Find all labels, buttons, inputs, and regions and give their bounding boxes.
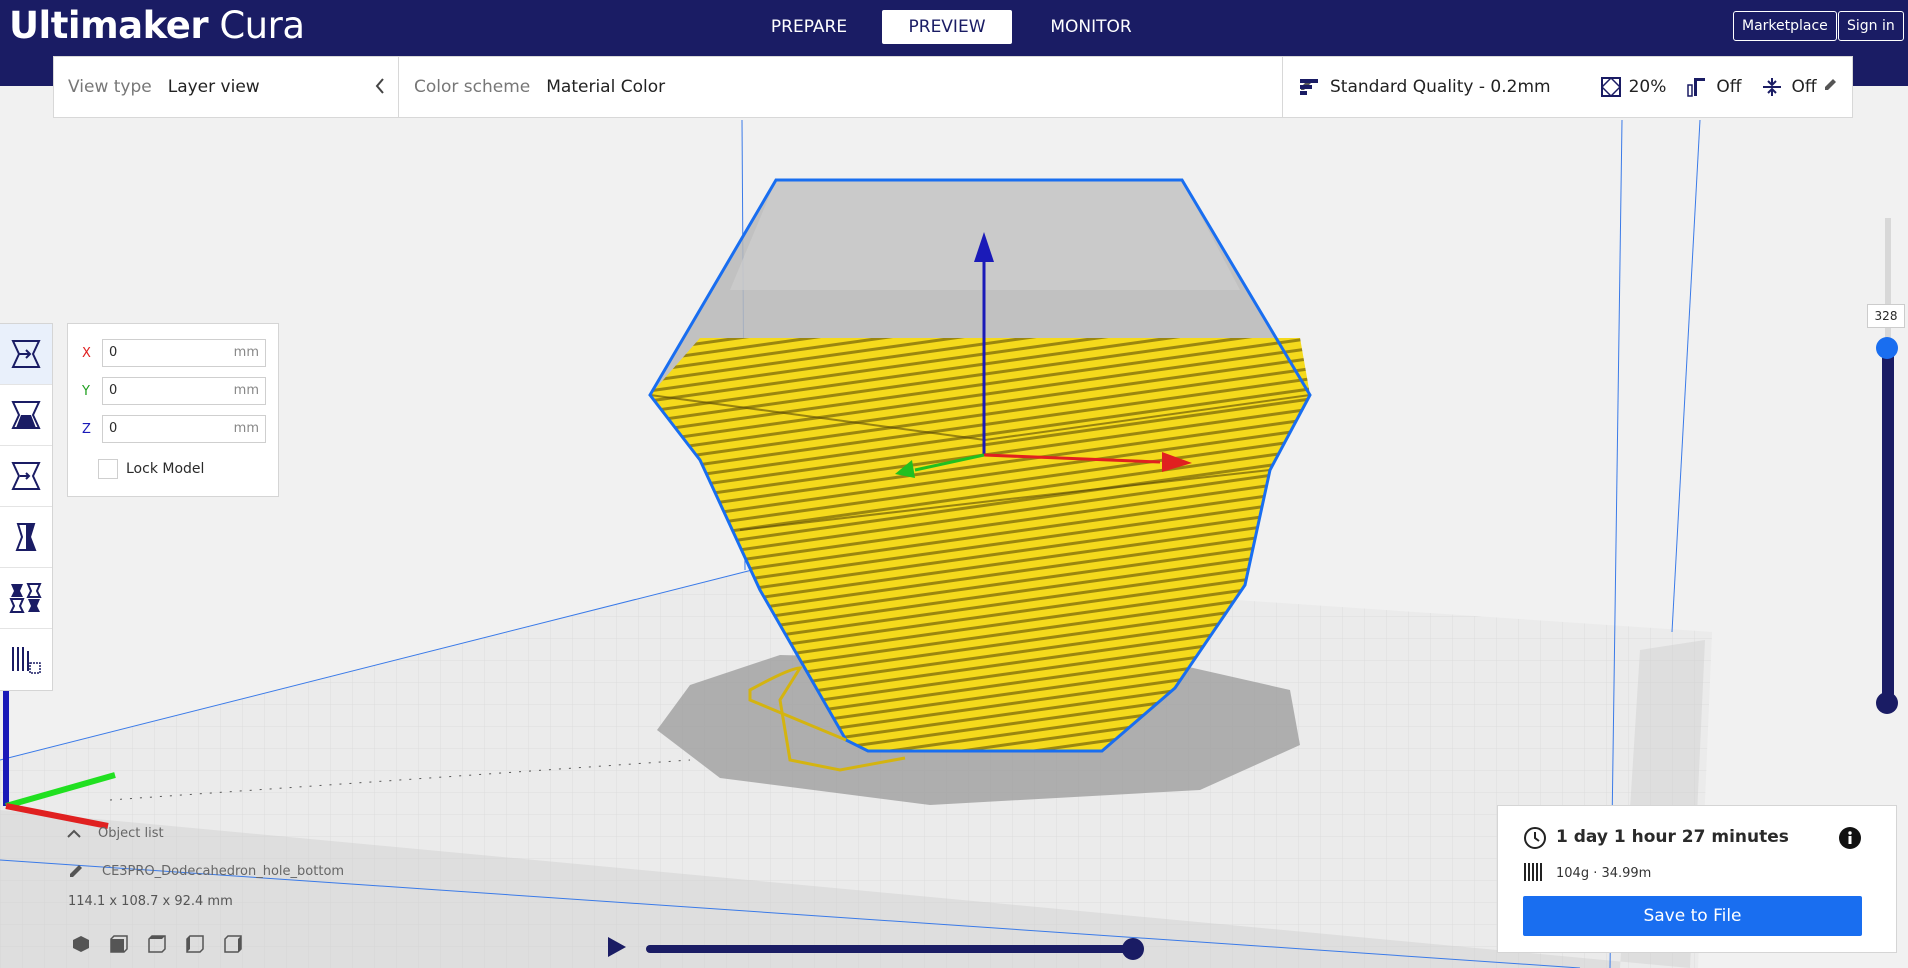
layer-slider-bottom-handle bbox=[1876, 692, 1898, 714]
marketplace-button[interactable]: Marketplace bbox=[1733, 11, 1837, 41]
left-view-icon[interactable] bbox=[185, 934, 205, 954]
move-icon bbox=[11, 340, 41, 368]
save-to-file-button[interactable]: Save to File bbox=[1523, 896, 1862, 936]
scale-icon bbox=[11, 401, 41, 429]
color-scheme-value: Material Color bbox=[546, 77, 666, 97]
chevron-up-icon bbox=[67, 829, 81, 838]
lock-model-checkbox[interactable]: Lock Model bbox=[98, 459, 204, 479]
rotate-icon bbox=[11, 462, 41, 490]
pencil-icon[interactable] bbox=[1822, 77, 1838, 93]
adhesion-value: Off bbox=[1791, 77, 1817, 97]
sign-in-button[interactable]: Sign in bbox=[1838, 11, 1904, 41]
infill-icon bbox=[1600, 77, 1621, 97]
z-position-input[interactable]: 0 mm bbox=[102, 415, 266, 443]
view-type-label: View type bbox=[68, 77, 152, 97]
support-blocker-icon bbox=[12, 646, 41, 674]
camera-view-buttons bbox=[71, 934, 243, 954]
move-tool-panel: X 0 mm Y 0 mm Z 0 mm Lock Model bbox=[67, 323, 279, 497]
object-name-row[interactable]: CE3PRO_Dodecahedron_hole_bottom bbox=[68, 863, 344, 879]
mirror-icon bbox=[15, 523, 37, 551]
x-position-input[interactable]: 0 mm bbox=[102, 339, 266, 367]
tool-bar bbox=[0, 323, 53, 691]
top-view-icon[interactable] bbox=[147, 934, 167, 954]
support-value: Off bbox=[1716, 77, 1742, 97]
object-dimensions: 114.1 x 108.7 x 92.4 mm bbox=[68, 894, 233, 909]
object-list-toggle[interactable]: Object list bbox=[66, 826, 164, 841]
scale-tool-button[interactable] bbox=[0, 385, 52, 446]
infill-value: 20% bbox=[1628, 77, 1667, 97]
view-header: View type Layer view Color scheme Materi… bbox=[53, 56, 1853, 118]
info-icon[interactable] bbox=[1838, 826, 1862, 850]
object-name: CE3PRO_Dodecahedron_hole_bottom bbox=[102, 863, 345, 879]
play-icon bbox=[608, 937, 626, 957]
support-blocker-button[interactable] bbox=[0, 629, 52, 690]
quality-icon bbox=[1300, 78, 1318, 96]
path-slider-handle bbox=[1122, 938, 1144, 960]
y-position-input[interactable]: 0 mm bbox=[102, 377, 266, 405]
support-icon bbox=[1686, 77, 1706, 97]
lock-model-label: Lock Model bbox=[126, 461, 205, 477]
color-scheme-selector[interactable]: Color scheme Material Color bbox=[414, 57, 1314, 117]
layer-slider-top-handle bbox=[1876, 337, 1898, 359]
y-axis-label: Y bbox=[82, 383, 90, 399]
quality-value: Standard Quality - 0.2mm bbox=[1330, 77, 1551, 97]
print-settings-selector[interactable]: Standard Quality - 0.2mm 20% Off Off bbox=[1300, 57, 1850, 117]
color-scheme-label: Color scheme bbox=[414, 77, 531, 97]
clock-icon bbox=[1524, 827, 1546, 849]
current-layer-input[interactable]: 328 bbox=[1867, 304, 1905, 328]
play-simulation-button[interactable] bbox=[606, 935, 628, 963]
print-time: 1 day 1 hour 27 minutes bbox=[1556, 827, 1789, 847]
x-axis-label: X bbox=[82, 345, 91, 361]
pencil-icon bbox=[70, 865, 82, 877]
right-view-icon[interactable] bbox=[223, 934, 243, 954]
front-view-icon[interactable] bbox=[109, 934, 129, 954]
per-model-icon bbox=[9, 583, 42, 613]
view-type-selector[interactable]: View type Layer view bbox=[68, 57, 398, 117]
rotate-tool-button[interactable] bbox=[0, 446, 52, 507]
view-type-value: Layer view bbox=[167, 77, 260, 97]
checkbox[interactable] bbox=[98, 459, 118, 479]
filament-icon bbox=[1524, 863, 1542, 881]
chevron-left-icon bbox=[374, 77, 386, 95]
3d-view-icon[interactable] bbox=[71, 934, 91, 954]
tab-prepare[interactable]: PREPARE bbox=[744, 10, 874, 44]
print-information-panel: 1 day 1 hour 27 minutes 104g · 34.99m Sa… bbox=[1497, 805, 1897, 953]
adhesion-icon bbox=[1763, 77, 1782, 97]
material-estimate: 104g · 34.99m bbox=[1556, 866, 1652, 881]
app-logo: Ultimaker Cura bbox=[9, 4, 305, 47]
mirror-tool-button[interactable] bbox=[0, 507, 52, 568]
per-model-settings-button[interactable] bbox=[0, 568, 52, 629]
tab-monitor[interactable]: MONITOR bbox=[1026, 10, 1156, 44]
move-tool-button[interactable] bbox=[0, 324, 52, 385]
z-axis-label: Z bbox=[82, 421, 91, 437]
tab-preview[interactable]: PREVIEW bbox=[882, 10, 1012, 44]
